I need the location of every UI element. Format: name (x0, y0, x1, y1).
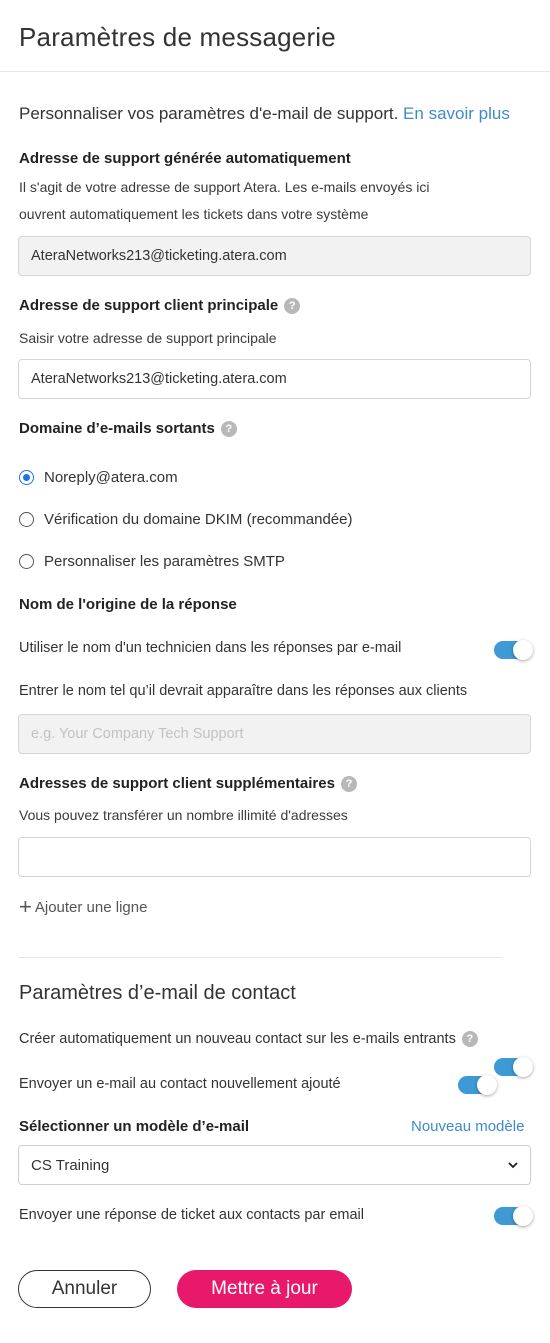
additional-addresses-label-text: Adresses de support client supplémentair… (19, 775, 335, 792)
reply-origin-label: Nom de l'origine de la réponse (19, 596, 237, 613)
header-divider (0, 71, 550, 72)
auto-create-contact-text: Créer automatiquement un nouveau contact… (19, 1031, 456, 1047)
technician-name-toggle-label: Utiliser le nom d'un technicien dans les… (19, 640, 402, 656)
page-title: Paramètres de messagerie (19, 22, 336, 52)
technician-name-toggle[interactable] (494, 640, 533, 660)
radio-button[interactable] (19, 554, 34, 569)
contact-settings-title: Paramètres d’e-mail de contact (19, 982, 296, 1004)
radio-smtp[interactable]: Personnaliser les paramètres SMTP (19, 553, 285, 570)
add-line-button[interactable]: + Ajouter une ligne (19, 894, 148, 919)
auto-address-field: AteraNetworks213@ticketing.atera.com (18, 236, 531, 276)
radio-smtp-label: Personnaliser les paramètres SMTP (44, 553, 285, 570)
radio-noreply-label: Noreply@atera.com (44, 469, 178, 486)
help-icon[interactable]: ? (461, 1031, 478, 1048)
intro-text: Personnaliser vos paramètres d'e-mail de… (19, 104, 510, 124)
send-email-contact-toggle[interactable] (458, 1075, 497, 1095)
reply-name-desc: Entrer le nom tel qu’il devrait apparaît… (19, 683, 468, 699)
new-template-link[interactable]: Nouveau modèle (411, 1118, 524, 1135)
template-label: Sélectionner un modèle d’e-mail (19, 1118, 250, 1135)
help-icon[interactable]: ? (220, 421, 237, 438)
main-address-label: Adresse de support client principale? (19, 297, 301, 315)
intro-description: Personnaliser vos paramètres d'e-mail de… (19, 104, 399, 123)
ticket-reply-toggle[interactable] (494, 1206, 533, 1226)
additional-addresses-desc: Vous pouvez transférer un nombre illimit… (19, 807, 348, 823)
outgoing-domain-label: Domaine d’e-mails sortants? (19, 420, 237, 438)
radio-button-checked[interactable] (19, 470, 34, 485)
outgoing-domain-label-text: Domaine d’e-mails sortants (19, 420, 215, 437)
add-line-label: Ajouter une ligne (34, 898, 148, 916)
auto-create-contact-toggle[interactable] (494, 1057, 533, 1077)
radio-noreply[interactable]: Noreply@atera.com (19, 469, 178, 486)
template-select[interactable]: CS Training (18, 1145, 531, 1185)
cancel-button[interactable]: Annuler (18, 1270, 151, 1308)
reply-name-input[interactable]: e.g. Your Company Tech Support (18, 714, 531, 754)
help-icon[interactable]: ? (340, 776, 357, 793)
template-select-value: CS Training (31, 1156, 110, 1174)
radio-dkim[interactable]: Vérification du domaine DKIM (recommandé… (19, 511, 352, 528)
main-address-input[interactable]: AteraNetworks213@ticketing.atera.com (18, 359, 531, 399)
send-email-contact-label: Envoyer un e-mail au contact nouvellemen… (19, 1076, 341, 1092)
plus-icon: + (19, 894, 32, 919)
learn-more-link[interactable]: En savoir plus (403, 104, 510, 123)
radio-button[interactable] (19, 512, 34, 527)
section-divider (19, 957, 502, 958)
additional-addresses-label: Adresses de support client supplémentair… (19, 775, 357, 793)
auto-address-desc-line1: Il s'agit de votre adresse de support At… (19, 179, 430, 195)
chevron-down-icon (508, 1162, 518, 1169)
update-button[interactable]: Mettre à jour (177, 1270, 352, 1308)
additional-address-input[interactable] (18, 837, 531, 877)
main-address-desc: Saisir votre adresse de support principa… (19, 330, 277, 346)
auto-address-label: Adresse de support générée automatiqueme… (19, 150, 351, 167)
ticket-reply-label: Envoyer une réponse de ticket aux contac… (19, 1207, 364, 1223)
main-address-label-text: Adresse de support client principale (19, 297, 279, 314)
help-icon[interactable]: ? (284, 298, 301, 315)
auto-create-contact-label: Créer automatiquement un nouveau contact… (19, 1031, 478, 1048)
radio-dkim-label: Vérification du domaine DKIM (recommandé… (44, 511, 353, 528)
auto-address-desc-line2: ouvrent automatiquement les tickets dans… (19, 206, 369, 222)
